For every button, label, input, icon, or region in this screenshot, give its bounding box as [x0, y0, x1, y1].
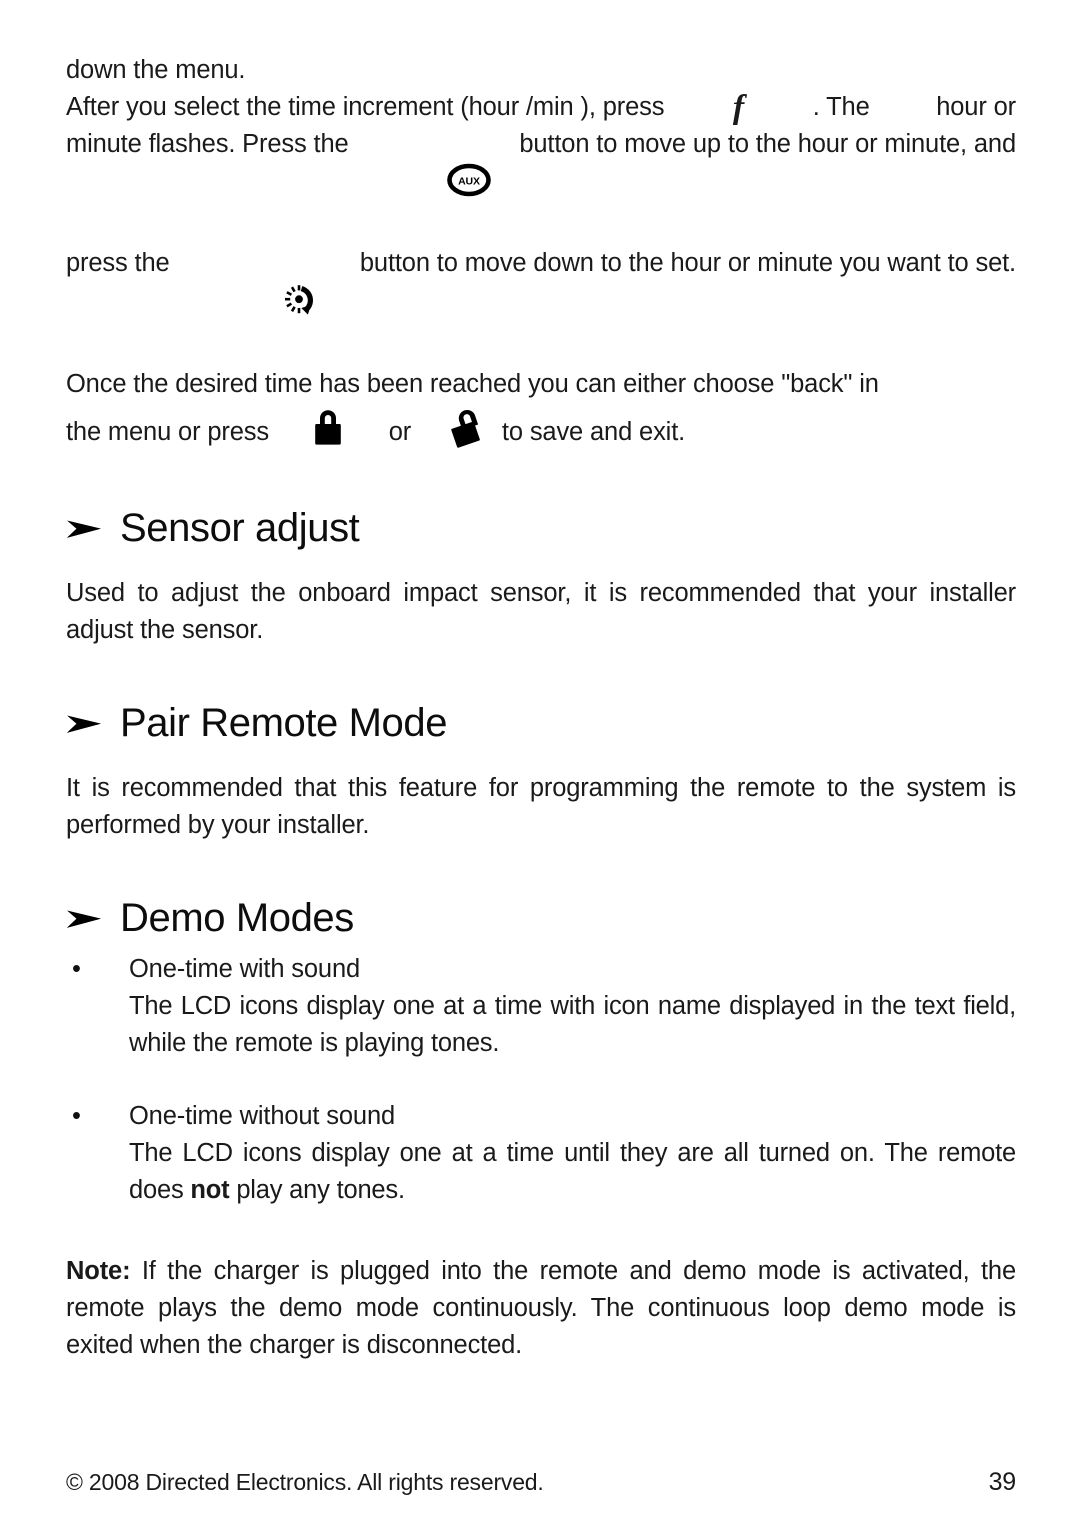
- f-symbol-icon: f: [732, 89, 745, 126]
- copyright-notice: © 2008 Directed Electronics. All rights …: [66, 1469, 544, 1495]
- intro-line-1-text: down the menu.: [66, 56, 246, 84]
- intro-line-3-text-a: minute flashes. Press the: [66, 130, 349, 158]
- arrow-bullet-icon: [66, 906, 104, 932]
- manual-page: down the menu. After you select the time…: [0, 0, 1080, 1537]
- intro-line-4: press the button to move down to the hou…: [66, 245, 1016, 366]
- intro-line-2-text-a: After you select the time increment (hou…: [66, 93, 665, 121]
- intro-line-3: minute flashes. Press the AUX button to …: [66, 126, 1016, 245]
- demo-mode-title: One-time without sound: [129, 1102, 396, 1130]
- demo-mode-text: The LCD icons display one at a time unti…: [129, 1135, 1016, 1209]
- heading-sensor-adjust: Sensor adjust: [66, 506, 1016, 551]
- intro-line-1: down the menu.: [66, 52, 1016, 89]
- bullet-glyph: •: [72, 955, 81, 983]
- demo-mode-text-emphasis: not: [190, 1176, 230, 1204]
- list-item-body: One-time without sound The LCD icons dis…: [129, 1098, 1016, 1209]
- heading-sensor-adjust-label: Sensor adjust: [120, 506, 360, 550]
- intro-line-3-text-b: button to move up to the hour or minute,…: [519, 130, 1016, 158]
- heading-demo-modes: Demo Modes: [66, 896, 1016, 941]
- demo-mode-text-after: play any tones.: [229, 1176, 405, 1204]
- note-text: If the charger is plugged into the remot…: [66, 1257, 1016, 1359]
- page-content: down the menu. After you select the time…: [66, 52, 1016, 1364]
- svg-text:AUX: AUX: [458, 176, 480, 188]
- note-label: Note:: [66, 1257, 131, 1285]
- aux-button-icon: AUX: [376, 126, 491, 245]
- heading-pair-remote-mode-label: Pair Remote Mode: [120, 701, 448, 745]
- heading-demo-modes-label: Demo Modes: [120, 896, 354, 940]
- dial-dimmer-icon: [212, 245, 317, 366]
- note-paragraph: Note: If the charger is plugged into the…: [66, 1253, 1016, 1364]
- intro-line-6-text-b: or: [388, 418, 412, 446]
- intro-line-2: After you select the time increment (hou…: [66, 89, 1016, 126]
- intro-line-4-text-b: button to move down to the hour or minut…: [359, 249, 1016, 277]
- page-footer: © 2008 Directed Electronics. All rights …: [66, 1468, 1016, 1497]
- demo-mode-title: One-time with sound: [129, 955, 361, 983]
- intro-line-4-text-a: press the: [66, 249, 170, 277]
- intro-line-6-text-c: to save and exit.: [501, 418, 686, 446]
- lock-closed-icon: [309, 405, 347, 460]
- bullet-glyph: •: [72, 1102, 81, 1130]
- intro-paragraph: down the menu. After you select the time…: [66, 52, 1016, 462]
- arrow-bullet-icon: [66, 711, 104, 737]
- intro-line-6: the menu or press or to save and exit.: [66, 403, 1016, 462]
- sensor-adjust-body: Used to adjust the onboard impact sensor…: [66, 579, 1016, 644]
- intro-line-5-text: Once the desired time has been reached y…: [66, 370, 879, 398]
- arrow-bullet-icon: [66, 516, 104, 542]
- heading-pair-remote-mode: Pair Remote Mode: [66, 701, 1016, 746]
- intro-line-2-text-c: hour or: [936, 93, 1016, 121]
- list-item-body: One-time with sound The LCD icons displa…: [129, 951, 1016, 1062]
- pair-remote-mode-body: It is recommended that this feature for …: [66, 774, 1016, 839]
- demo-mode-text: The LCD icons display one at a time with…: [129, 992, 1016, 1057]
- list-item: • One-time without sound The LCD icons d…: [66, 1098, 1016, 1209]
- list-item: • One-time with sound The LCD icons disp…: [66, 951, 1016, 1062]
- intro-line-6-text-a: the menu or press: [66, 418, 269, 446]
- intro-line-5: Once the desired time has been reached y…: [66, 366, 1016, 403]
- lock-open-icon: [447, 403, 495, 462]
- intro-line-2-text-b: . The: [812, 93, 870, 121]
- page-number: 39: [988, 1468, 1017, 1496]
